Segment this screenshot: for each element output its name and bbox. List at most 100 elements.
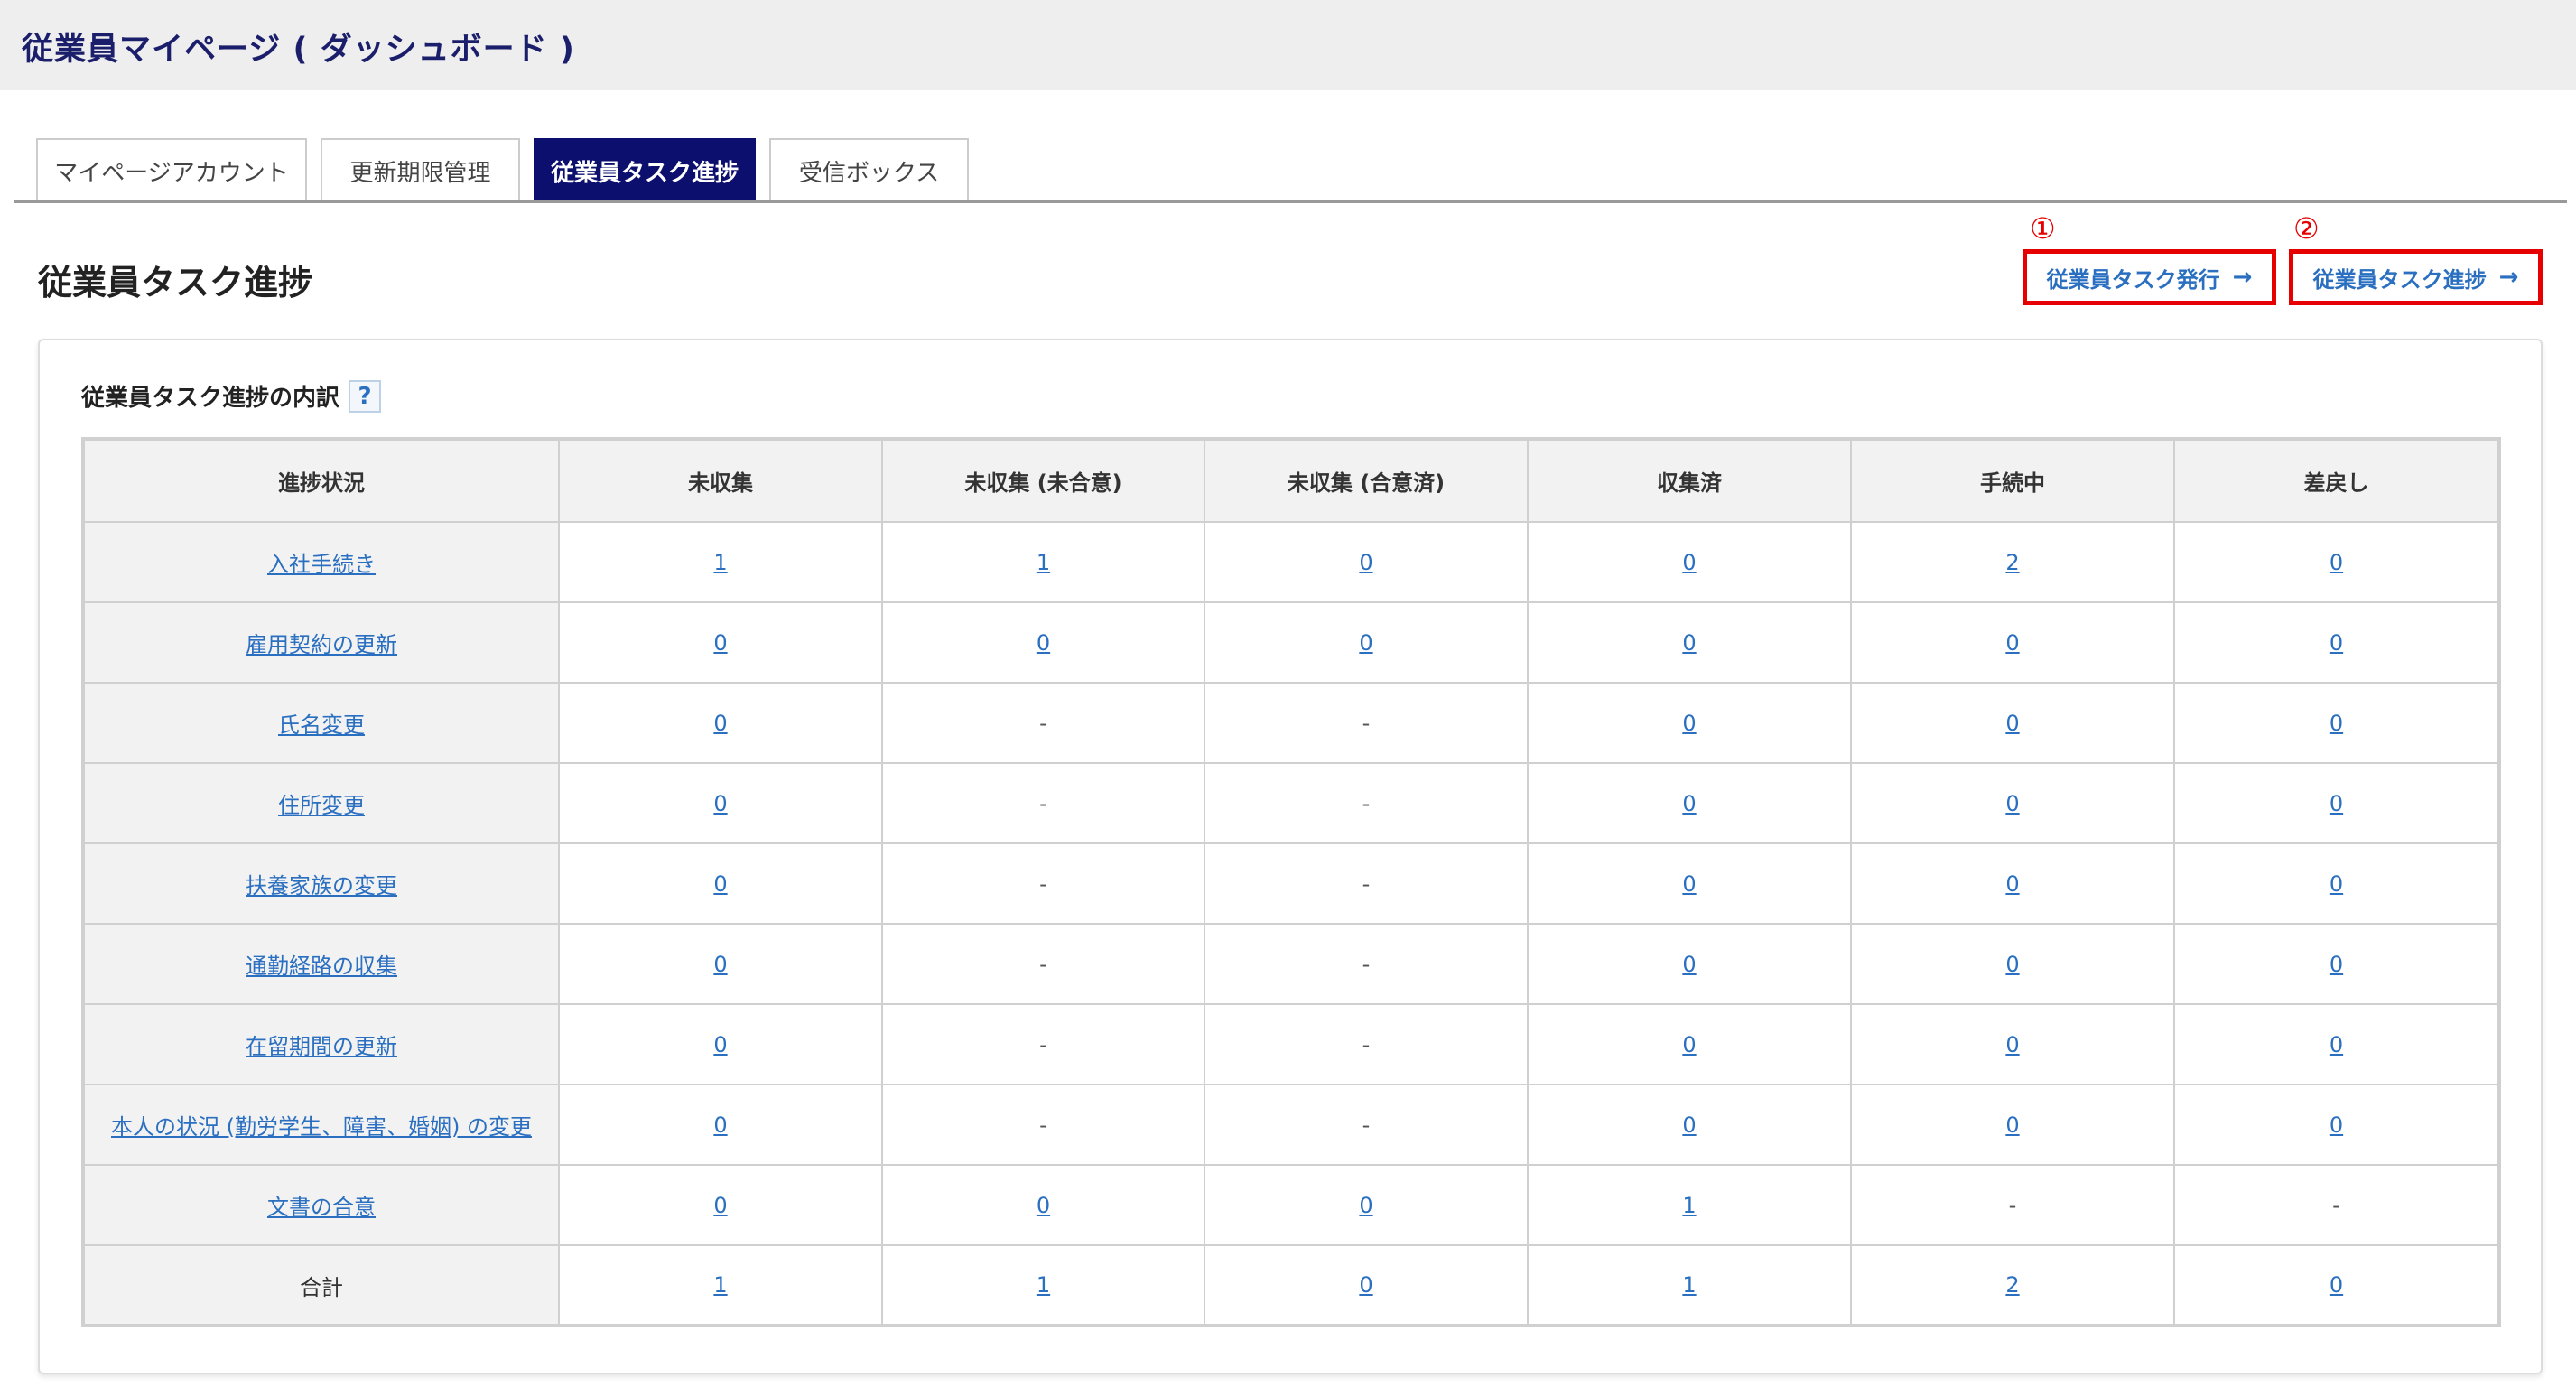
annotation-2: ② xyxy=(2293,211,2320,246)
count-link[interactable]: 0 xyxy=(2330,791,2343,816)
count-cell: 0 xyxy=(1204,521,1529,603)
count-link[interactable]: 0 xyxy=(713,1193,727,1218)
column-header-in-procedure: 手続中 xyxy=(1850,438,2175,523)
count-link[interactable]: 0 xyxy=(713,791,727,816)
tab-bar: マイページアカウント 更新期限管理 従業員タスク進捗 受信ボックス xyxy=(36,138,982,201)
row-label-cell: 入社手続き xyxy=(82,521,560,603)
count-link[interactable]: 1 xyxy=(713,550,727,575)
count-cell: - xyxy=(1204,842,1529,925)
column-header-uncollected: 未収集 xyxy=(558,438,883,523)
count-cell: 0 xyxy=(1527,682,1852,764)
tab-renewal-deadline[interactable]: 更新期限管理 xyxy=(321,138,520,201)
header-bar: 従業員マイページ ( ダッシュボード ) xyxy=(0,0,2576,90)
count-link[interactable]: 0 xyxy=(2330,630,2343,656)
count-cell: 0 xyxy=(1850,682,2175,764)
count-link[interactable]: 0 xyxy=(713,1112,727,1138)
count-link[interactable]: 0 xyxy=(2005,711,2019,736)
count-link[interactable]: 1 xyxy=(1037,550,1050,575)
task-type-link[interactable]: 氏名変更 xyxy=(278,712,365,738)
count-cell: 0 xyxy=(1850,762,2175,844)
count-link[interactable]: 1 xyxy=(1682,1272,1696,1298)
task-breakdown-card: 従業員タスク進捗の内訳 ? 進捗状況 未収集 未収集 (未合意) 未収集 (合意… xyxy=(38,339,2543,1374)
count-link[interactable]: 0 xyxy=(713,630,727,656)
count-link[interactable]: 0 xyxy=(2330,1112,2343,1138)
tab-inbox[interactable]: 受信ボックス xyxy=(769,138,969,201)
task-type-link[interactable]: 在留期間の更新 xyxy=(246,1034,397,1059)
task-type-link[interactable]: 扶養家族の変更 xyxy=(246,873,397,898)
count-link[interactable]: 1 xyxy=(713,1272,727,1298)
count-link[interactable]: 0 xyxy=(1682,630,1696,656)
row-label-cell: 扶養家族の変更 xyxy=(82,842,560,925)
task-type-link[interactable]: 入社手続き xyxy=(267,552,376,577)
count-link[interactable]: 0 xyxy=(2330,1272,2343,1298)
task-type-link[interactable]: 雇用契約の更新 xyxy=(246,632,397,657)
count-cell: - xyxy=(1204,1084,1529,1166)
tab-employee-task-progress[interactable]: 従業員タスク進捗 xyxy=(534,138,756,201)
annotation-1: ① xyxy=(2030,211,2056,246)
count-cell: 0 xyxy=(1527,923,1852,1005)
count-link[interactable]: 0 xyxy=(2330,711,2343,736)
count-link[interactable]: 0 xyxy=(1682,871,1696,897)
count-link[interactable]: 0 xyxy=(713,1032,727,1057)
count-cell: 0 xyxy=(1850,923,2175,1005)
count-link[interactable]: 0 xyxy=(1359,1193,1372,1218)
count-link[interactable]: 0 xyxy=(2005,630,2019,656)
task-type-link[interactable]: 住所変更 xyxy=(278,793,365,818)
count-link[interactable]: 0 xyxy=(2330,952,2343,977)
count-cell: - xyxy=(1204,923,1529,1005)
count-link[interactable]: 0 xyxy=(2005,952,2019,977)
count-link[interactable]: 0 xyxy=(2330,550,2343,575)
row-label-cell: 氏名変更 xyxy=(82,682,560,764)
count-link[interactable]: 0 xyxy=(713,952,727,977)
arrow-right-icon: → xyxy=(2498,264,2519,291)
count-link[interactable]: 0 xyxy=(1682,1112,1696,1138)
count-link[interactable]: 0 xyxy=(1682,1032,1696,1057)
table-row: 雇用契約の更新 0 0 0 0 0 0 xyxy=(82,601,2500,684)
task-type-link[interactable]: 文書の合意 xyxy=(267,1195,376,1220)
count-cell: 0 xyxy=(558,1164,883,1246)
count-cell: 0 xyxy=(558,923,883,1005)
count-cell: 0 xyxy=(2173,923,2500,1005)
count-cell: 0 xyxy=(2173,1003,2500,1085)
help-icon[interactable]: ? xyxy=(349,379,382,413)
count-link[interactable]: 2 xyxy=(2005,550,2019,575)
count-link[interactable]: 0 xyxy=(1682,550,1696,575)
issue-task-button[interactable]: 従業員タスク発行 → xyxy=(2023,249,2276,305)
count-link[interactable]: 0 xyxy=(713,711,727,736)
count-link[interactable]: 0 xyxy=(2005,1112,2019,1138)
count-link[interactable]: 0 xyxy=(1359,1272,1372,1298)
count-cell: 0 xyxy=(2173,682,2500,764)
count-cell: 0 xyxy=(1204,1244,1529,1326)
count-link[interactable]: 0 xyxy=(2005,871,2019,897)
task-type-link[interactable]: 本人の状況 (勤労学生、障害、婚姻) の変更 xyxy=(111,1114,532,1140)
task-progress-button[interactable]: 従業員タスク進捗 → xyxy=(2289,249,2543,305)
count-cell: 1 xyxy=(1527,1164,1852,1246)
count-link[interactable]: 0 xyxy=(713,871,727,897)
count-cell: 0 xyxy=(2173,762,2500,844)
count-link[interactable]: 1 xyxy=(1037,1272,1050,1298)
count-link[interactable]: 0 xyxy=(1359,550,1372,575)
count-link[interactable]: 0 xyxy=(1359,630,1372,656)
count-link[interactable]: 0 xyxy=(2330,1032,2343,1057)
count-link[interactable]: 0 xyxy=(1682,952,1696,977)
count-link[interactable]: 1 xyxy=(1682,1193,1696,1218)
empty-value: - xyxy=(1039,870,1047,897)
count-link[interactable]: 0 xyxy=(1037,630,1050,656)
count-link[interactable]: 0 xyxy=(1037,1193,1050,1218)
task-type-link[interactable]: 通勤経路の収集 xyxy=(246,954,397,979)
count-cell: 0 xyxy=(558,1003,883,1085)
count-cell: 0 xyxy=(1527,842,1852,925)
tab-mypage-account[interactable]: マイページアカウント xyxy=(36,138,307,201)
count-link[interactable]: 2 xyxy=(2005,1272,2019,1298)
table-row: 住所変更 0 - - 0 0 0 xyxy=(82,762,2500,844)
count-link[interactable]: 0 xyxy=(2005,1032,2019,1057)
empty-value: - xyxy=(1362,1112,1371,1138)
count-cell: 0 xyxy=(2173,521,2500,603)
count-link[interactable]: 0 xyxy=(2005,791,2019,816)
count-link[interactable]: 0 xyxy=(2330,871,2343,897)
empty-value: - xyxy=(1039,1031,1047,1057)
count-link[interactable]: 0 xyxy=(1682,791,1696,816)
empty-value: - xyxy=(1039,790,1047,816)
empty-value: - xyxy=(1039,951,1047,977)
count-link[interactable]: 0 xyxy=(1682,711,1696,736)
